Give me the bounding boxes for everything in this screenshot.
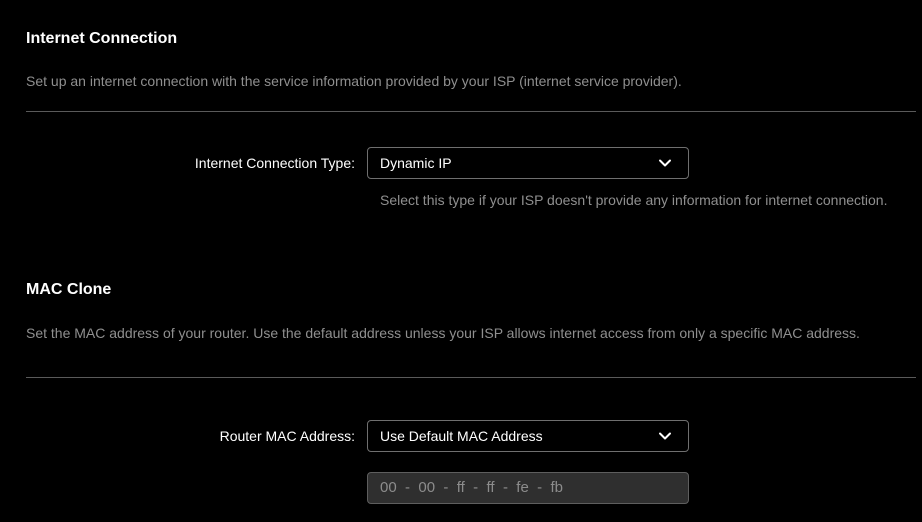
mac-separator: - [473,479,479,496]
mac-separator: - [405,479,411,496]
mac-separator: - [502,479,508,496]
mac-octet-4: ff [486,479,495,496]
mac-octet-5: fe [516,479,529,496]
router-mac-address-value: Use Default MAC Address [380,428,543,444]
mac-octet-2: 00 [418,479,436,496]
mac-octet-3: ff [456,479,465,496]
mac-separator: - [443,479,449,496]
chevron-down-icon [659,159,671,167]
internet-connection-type-label: Internet Connection Type: [194,155,355,171]
router-mac-address-label: Router MAC Address: [219,428,355,444]
mac-clone-description: Set the MAC address of your router. Use … [26,325,860,341]
internet-connection-type-value: Dynamic IP [380,155,452,171]
mac-octet-6: fb [550,479,563,496]
internet-connection-type-select[interactable]: Dynamic IP [367,147,689,179]
section-divider [26,377,916,378]
mac-clone-title: MAC Clone [26,281,112,298]
mac-address-field: 00 - 00 - ff - ff - fe - fb [367,472,689,504]
router-mac-address-select[interactable]: Use Default MAC Address [367,420,689,452]
mac-octet-1: 00 [380,479,397,496]
mac-separator: - [537,479,543,496]
section-divider [26,111,916,112]
internet-connection-description: Set up an internet connection with the s… [26,73,682,89]
chevron-down-icon [659,432,671,440]
internet-connection-title: Internet Connection [26,30,178,47]
internet-connection-type-hint: Select this type if your ISP doesn't pro… [380,192,888,208]
